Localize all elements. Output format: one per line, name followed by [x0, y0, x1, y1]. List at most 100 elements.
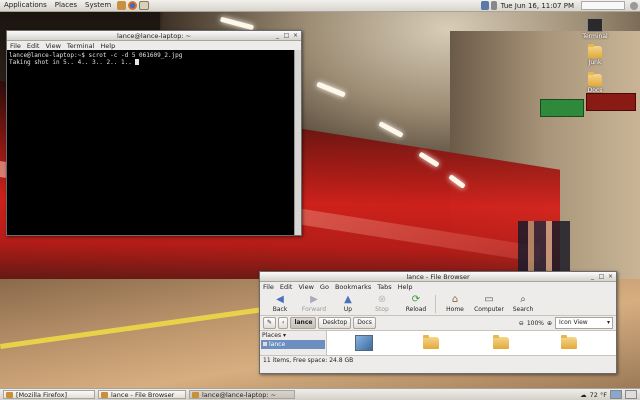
user-switcher[interactable]: [581, 1, 625, 10]
places-header[interactable]: Places ▾: [260, 331, 326, 340]
reload-icon: ⟳: [411, 294, 421, 305]
home-label: Home: [446, 306, 464, 313]
workspace-1[interactable]: [610, 390, 622, 399]
edit-location-button[interactable]: ✎: [263, 317, 277, 329]
file-browser-titlebar[interactable]: lance - File Browser _ □ ×: [260, 272, 616, 282]
stop-button[interactable]: ⊗ Stop: [365, 295, 399, 315]
menu-file[interactable]: File: [10, 42, 21, 50]
network-icon[interactable]: [480, 1, 489, 10]
minimize-icon[interactable]: _: [274, 32, 281, 39]
chevron-down-icon: ▾: [283, 332, 287, 339]
back-button[interactable]: ◀ Back: [263, 295, 297, 315]
search-label: Search: [512, 306, 534, 313]
computer-label: Computer: [474, 306, 504, 313]
launcher-icon[interactable]: [117, 1, 127, 10]
zoom-level: 100%: [526, 319, 544, 327]
task-terminal[interactable]: lance@lance-laptop: ~: [189, 390, 295, 399]
forward-button[interactable]: ▶ Forward: [297, 295, 331, 315]
window-controls: _ □ ×: [589, 273, 614, 280]
back-arrow-icon: ◀: [276, 294, 284, 305]
home-button[interactable]: ⌂ Home: [438, 295, 472, 315]
path-left-button[interactable]: ‹: [278, 317, 289, 329]
zoom-out-icon[interactable]: ⊖: [519, 320, 524, 327]
workspace-2[interactable]: [625, 390, 637, 399]
terminal-line: Taking shot in 5.. 4.. 3.. 2.. 1..: [9, 59, 299, 66]
up-button[interactable]: ▲ Up: [331, 295, 365, 315]
menu-help[interactable]: Help: [100, 42, 115, 50]
home-icon: ⌂: [451, 294, 459, 305]
applications-menu[interactable]: Applications: [0, 0, 51, 11]
file-browser-window[interactable]: lance - File Browser _ □ × File Edit Vie…: [259, 271, 617, 374]
firefox-launcher-icon[interactable]: [128, 1, 138, 10]
toolbar-separator: [435, 295, 436, 313]
computer-button[interactable]: ▭ Computer: [472, 295, 506, 315]
stop-icon: ⊗: [377, 294, 387, 305]
task-file-browser[interactable]: lance - File Browser: [98, 390, 186, 399]
file-icon-view[interactable]: [327, 331, 616, 355]
window-title: lance - File Browser: [406, 272, 470, 281]
terminal-output[interactable]: lance@lance-laptop:~$ scrot -c -d 5 0616…: [7, 50, 301, 235]
menu-bookmarks[interactable]: Bookmarks: [335, 283, 371, 291]
forward-arrow-icon: ▶: [310, 294, 318, 305]
terminal-line: lance@lance-laptop:~$ scrot -c -d 5 0616…: [9, 52, 183, 59]
terminal-titlebar[interactable]: lance@lance-laptop: ~ _ □ ×: [7, 31, 301, 41]
terminal-window[interactable]: lance@lance-laptop: ~ _ □ × File Edit Vi…: [6, 30, 302, 236]
desktop-icon-terminal[interactable]: Terminal: [580, 18, 610, 40]
maximize-icon[interactable]: □: [598, 273, 605, 280]
file-browser-menubar: File Edit View Go Bookmarks Tabs Help: [260, 282, 616, 291]
menu-edit[interactable]: Edit: [280, 283, 293, 291]
location-bar: ✎ ‹ lance Desktop Docs ⊖ 100% ⊕ Icon Vie…: [260, 316, 616, 331]
menu-file[interactable]: File: [263, 283, 274, 291]
window-controls: _ □ ×: [274, 32, 299, 39]
close-icon[interactable]: ×: [607, 273, 614, 280]
folder-icon[interactable]: [423, 335, 439, 349]
system-menu[interactable]: System: [81, 0, 115, 11]
panel-clock[interactable]: Tue Jun 16, 11:07 PM: [497, 2, 578, 10]
image-file-icon[interactable]: [355, 335, 373, 351]
path-button-docs[interactable]: Docs: [353, 317, 376, 329]
desktop-icon-docs[interactable]: Docs: [580, 72, 610, 94]
folder-icon: [588, 72, 602, 86]
desktop-icon-label: Docs: [587, 87, 603, 94]
path-button-lance[interactable]: lance: [290, 317, 317, 329]
text-cursor: [135, 59, 140, 65]
mail-launcher-icon[interactable]: [139, 1, 150, 10]
menu-view[interactable]: View: [45, 42, 60, 50]
computer-icon: ▭: [484, 294, 494, 305]
search-icon: ⌕: [520, 294, 526, 305]
power-icon[interactable]: [630, 1, 638, 10]
terminal-icon: [587, 18, 603, 32]
panel-tray: Tue Jun 16, 11:07 PM: [479, 0, 640, 11]
weather-temperature[interactable]: 72 °F: [590, 391, 607, 399]
back-label: Back: [272, 306, 288, 313]
folder-icon[interactable]: [561, 335, 577, 349]
menu-tabs[interactable]: Tabs: [377, 283, 391, 291]
places-menu[interactable]: Places: [51, 0, 81, 11]
top-panel: Applications Places System Tue Jun 16, 1…: [0, 0, 640, 12]
reload-button[interactable]: ⟳ Reload: [399, 295, 433, 315]
path-button-desktop[interactable]: Desktop: [318, 317, 352, 329]
task-firefox[interactable]: [Mozilla Firefox]: [3, 390, 95, 399]
folder-icon[interactable]: [493, 335, 509, 349]
wallpaper-exit-sign: [540, 99, 584, 117]
menu-view[interactable]: View: [298, 283, 313, 291]
zoom-in-icon[interactable]: ⊕: [547, 320, 552, 327]
desktop-icon-label: Terminal: [582, 33, 608, 40]
close-icon[interactable]: ×: [292, 32, 299, 39]
maximize-icon[interactable]: □: [283, 32, 290, 39]
menu-terminal[interactable]: Terminal: [67, 42, 94, 50]
menu-go[interactable]: Go: [320, 283, 329, 291]
search-button[interactable]: ⌕ Search: [506, 295, 540, 315]
menu-help[interactable]: Help: [398, 283, 413, 291]
terminal-scrollbar[interactable]: [294, 50, 301, 235]
places-item-lance[interactable]: lance: [261, 340, 325, 349]
stop-label: Stop: [375, 306, 389, 313]
view-mode-select[interactable]: Icon View: [555, 317, 613, 329]
desktop-icon-junk[interactable]: Junk: [580, 44, 610, 66]
places-header-label: Places: [262, 332, 282, 339]
forward-label: Forward: [301, 306, 327, 313]
minimize-icon[interactable]: _: [589, 273, 596, 280]
menu-edit[interactable]: Edit: [27, 42, 40, 50]
status-bar: 11 items, Free space: 24.8 GB: [260, 355, 616, 366]
window-title: lance@lance-laptop: ~: [116, 31, 192, 40]
